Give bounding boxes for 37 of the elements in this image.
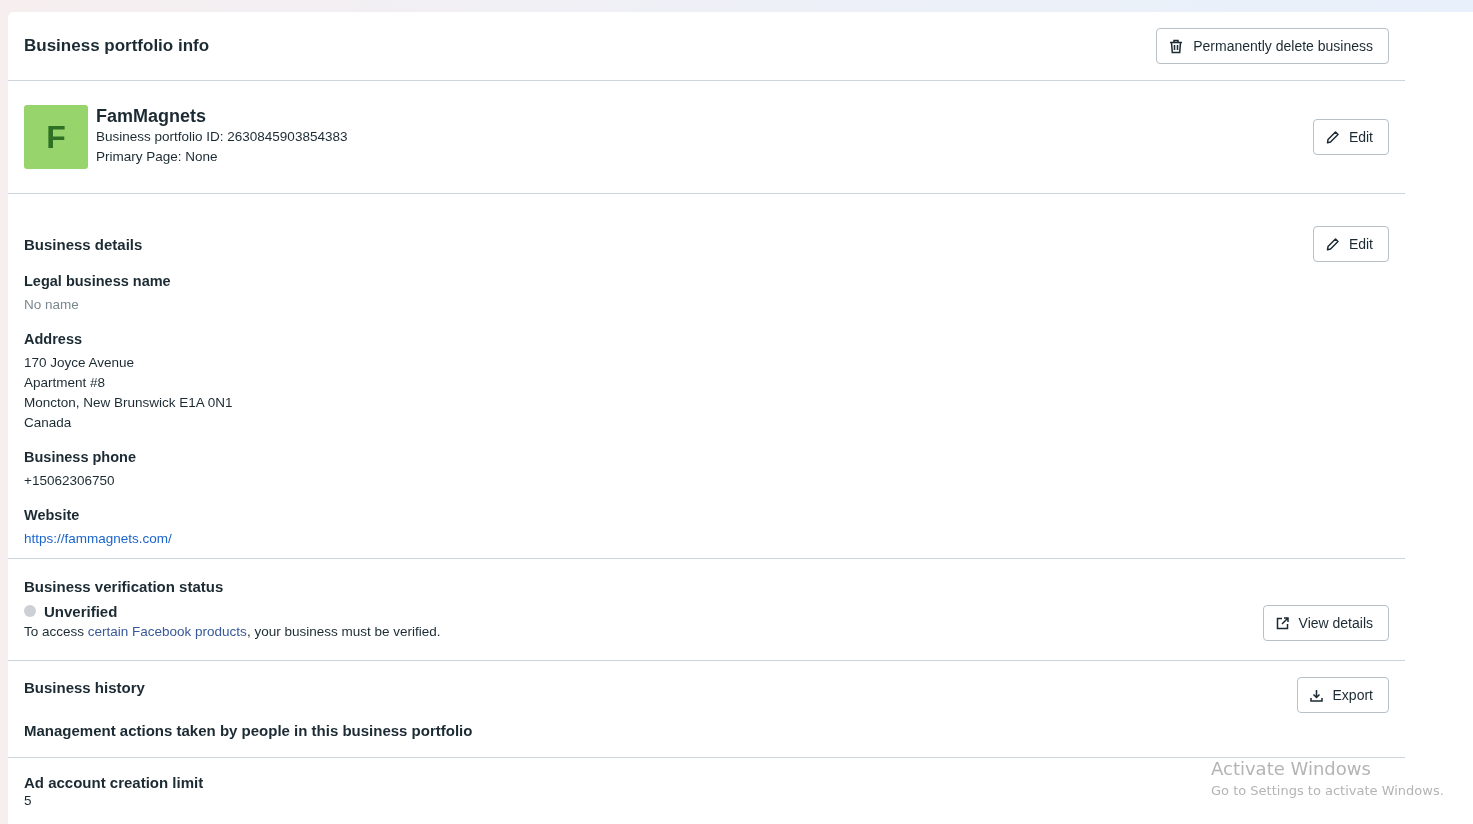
field-label: Address: [24, 330, 83, 349]
download-icon: [1309, 688, 1323, 702]
field-value: Apartment #8: [24, 374, 106, 392]
field-label: Business phone: [24, 448, 136, 467]
trash-icon: [1169, 38, 1184, 54]
products-link[interactable]: certain Facebook products: [87, 623, 247, 639]
business-info-line: Primary Page: None: [96, 148, 218, 166]
section-title: Business details: [24, 236, 143, 253]
business-name: FamMagnets: [96, 105, 207, 127]
business-info-line: Business portfolio ID: 2630845903854383: [96, 128, 348, 146]
limit-value: 5: [24, 792, 32, 810]
activation-title: Activate Windows: [1211, 757, 1371, 781]
status-label: Unverified: [44, 602, 118, 620]
export-button[interactable]: Export: [1296, 677, 1389, 713]
edit-button[interactable]: Edit: [1312, 226, 1389, 262]
field-value: Moncton, New Brunswick E1A 0N1: [24, 394, 233, 412]
business-avatar: F: [24, 105, 88, 169]
external-link-icon: [1275, 616, 1289, 630]
field-value: 170 Joyce Avenue: [24, 354, 135, 372]
edit-button[interactable]: Edit: [1312, 119, 1389, 155]
pencil-icon: [1325, 237, 1339, 251]
verification-note: To access certain Facebook products, your business must be verified.: [24, 622, 441, 641]
delete-button[interactable]: Permanently delete business: [1156, 28, 1389, 64]
field-value: Canada: [24, 414, 72, 432]
field-value: +15062306750: [24, 472, 115, 490]
section-title: Ad account creation limit: [24, 774, 204, 791]
website-link[interactable]: https://fammagnets.com/: [24, 531, 172, 546]
pencil-icon: [1325, 130, 1339, 144]
section-subtitle: Management actions taken by people in this business portfolio: [24, 722, 473, 739]
section-title: Business verification status: [24, 577, 224, 595]
view-details-button[interactable]: View details: [1262, 605, 1389, 641]
field-value: No name: [24, 296, 79, 314]
section-title: Business history: [24, 679, 145, 696]
field-label: Legal business name: [24, 272, 171, 291]
activation-message: Go to Settings to activate Windows.: [1211, 782, 1444, 800]
field-label: Website: [24, 506, 80, 525]
page-title: Business portfolio info: [24, 36, 210, 56]
